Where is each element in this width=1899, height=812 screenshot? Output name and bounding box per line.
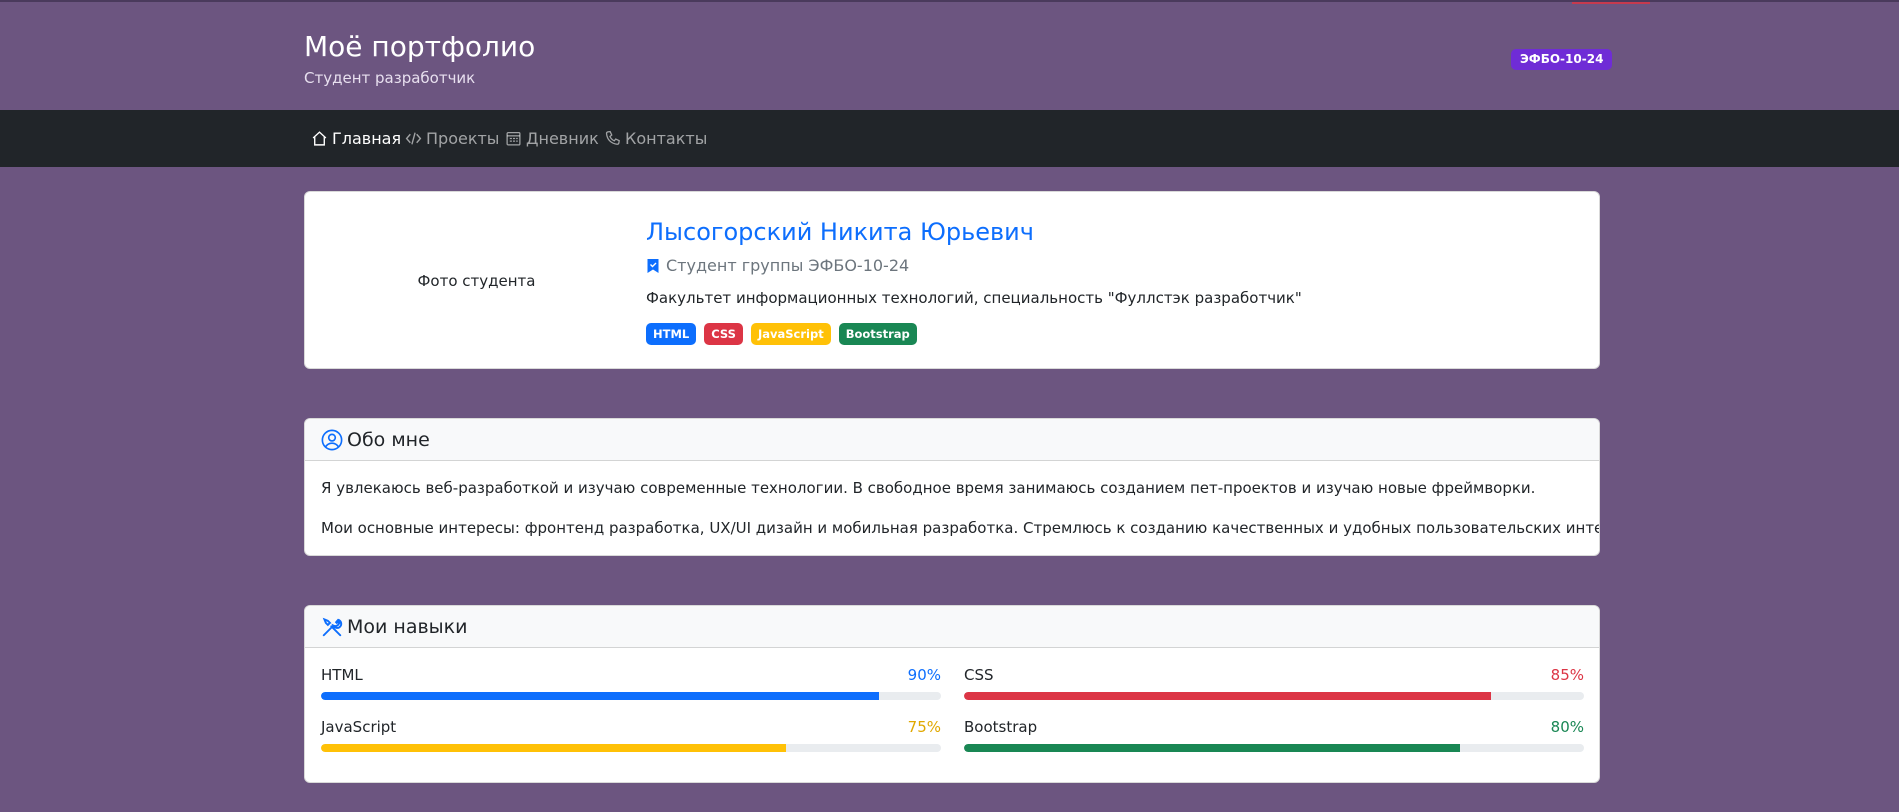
nav-item-label: Дневник — [526, 129, 599, 148]
group-badge: ЭФБО-10-24 — [1511, 49, 1613, 70]
main-navbar: Главная Проекты Дневник Контакты — [0, 110, 1899, 167]
skills-card: Мои навыки HTML 90% CSS 85% JavaScript 7… — [304, 605, 1600, 783]
skill-progress-fill — [964, 744, 1460, 752]
about-card-header: Обо мне — [305, 419, 1599, 461]
about-card: Обо мне Я увлекаюсь веб-разработкой и из… — [304, 418, 1600, 556]
skill-progress-track — [321, 692, 941, 700]
code-icon — [405, 132, 422, 145]
site-title: Моё портфолио — [304, 30, 536, 63]
tag-html: HTML — [646, 323, 697, 345]
page-header: Моё портфолио Студент разработчик ЭФБО-1… — [0, 0, 1899, 110]
nav-item-contacts[interactable]: Контакты — [604, 110, 707, 167]
journal-icon — [506, 132, 521, 146]
about-title: Обо мне — [347, 428, 430, 451]
top-accent-strip — [1572, 2, 1650, 4]
skill-progress-fill — [321, 692, 879, 700]
profile-card: Фото студента Лысогорский Никита Юрьевич… — [304, 191, 1600, 369]
nav-item-label: Главная — [332, 129, 402, 148]
student-group-label: Студент группы ЭФБО-10-24 — [666, 256, 910, 275]
about-paragraph: Я увлекаюсь веб-разработкой и изучаю сов… — [321, 479, 1536, 497]
skills-card-header: Мои навыки — [305, 606, 1599, 648]
student-name: Лысогорский Никита Юрьевич — [646, 218, 1034, 246]
skill-progress-track — [964, 744, 1584, 752]
skill-tags: HTML CSS JavaScript Bootstrap — [646, 323, 917, 345]
house-icon — [312, 131, 327, 146]
nav-item-label: Проекты — [426, 129, 500, 148]
tools-icon — [322, 617, 343, 636]
student-photo-placeholder: Фото студента — [417, 272, 536, 290]
skill-name: CSS — [964, 666, 994, 684]
skill-percent: 90% — [907, 666, 941, 684]
tag-bootstrap: Bootstrap — [838, 323, 917, 345]
skill-name: Bootstrap — [964, 718, 1038, 736]
skill-percent: 80% — [1550, 718, 1584, 736]
skill-progress-track — [964, 692, 1584, 700]
skill-percent: 75% — [907, 718, 941, 736]
site-subtitle: Студент разработчик — [304, 69, 476, 87]
skill-progress-fill — [321, 744, 786, 752]
skill-name: JavaScript — [321, 718, 397, 736]
skill-percent: 85% — [1550, 666, 1584, 684]
nav-item-projects[interactable]: Проекты — [405, 110, 499, 167]
nav-item-label: Контакты — [625, 129, 708, 148]
tag-javascript: JavaScript — [750, 323, 831, 345]
bookmark-icon — [647, 258, 659, 273]
tag-css: CSS — [704, 323, 743, 345]
student-group: Студент группы ЭФБО-10-24 — [646, 256, 909, 275]
skill-progress-track — [321, 744, 941, 752]
about-paragraph: Мои основные интересы: фронтенд разработ… — [321, 519, 1600, 537]
skill-progress-fill — [964, 692, 1491, 700]
skills-title: Мои навыки — [347, 615, 468, 638]
telephone-icon — [605, 130, 620, 145]
nav-item-diary[interactable]: Дневник — [505, 110, 599, 167]
nav-item-home[interactable]: Главная — [311, 110, 401, 167]
student-faculty: Факультет информационных технологий, спе… — [646, 289, 1302, 307]
skill-name: HTML — [321, 666, 363, 684]
person-circle-icon — [321, 429, 343, 450]
